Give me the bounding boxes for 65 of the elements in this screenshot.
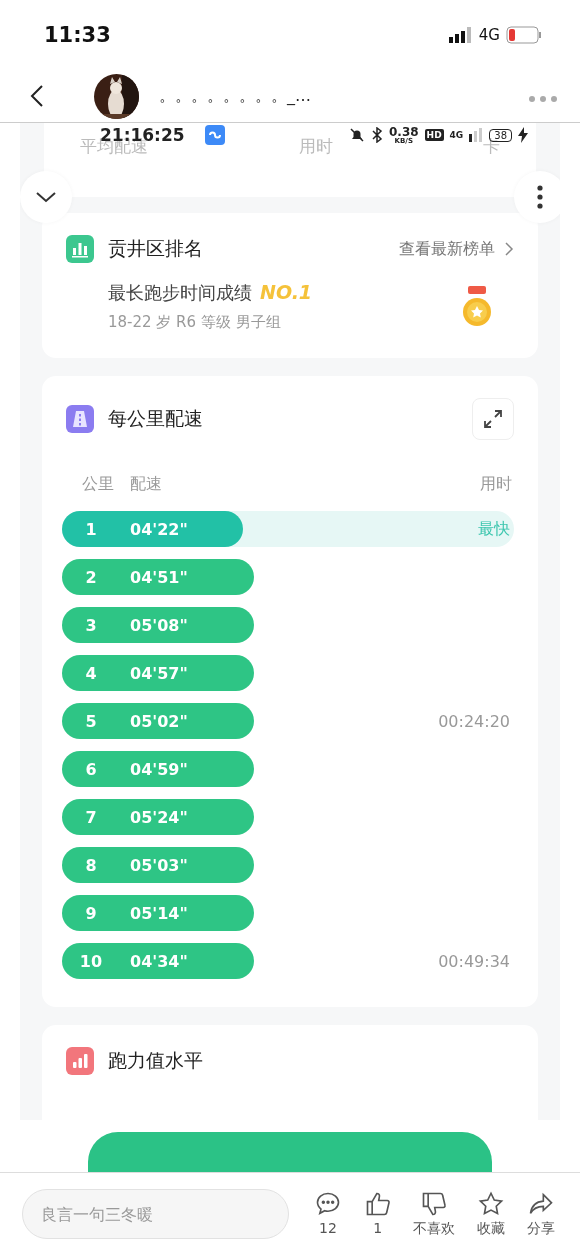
signal-icon — [469, 128, 484, 142]
pace-value: 05'03" — [130, 855, 188, 875]
dislike-button[interactable]: 不喜欢 — [413, 1190, 456, 1238]
km-number: 1 — [84, 519, 98, 539]
expand-icon — [482, 408, 504, 430]
chevron-down-icon — [35, 191, 57, 203]
rank-label: NO.1 — [260, 281, 313, 303]
back-icon — [30, 84, 44, 108]
pace-value: 04'57" — [130, 663, 188, 683]
pace-value: 04'59" — [130, 759, 188, 779]
comment-button[interactable]: 12 — [313, 1190, 342, 1238]
column-header: 配速 — [130, 474, 162, 495]
pace-value: 05'24" — [130, 807, 188, 827]
km-number: 10 — [78, 951, 104, 971]
network-label: 4G — [478, 26, 500, 44]
summary-label: 用时 — [298, 135, 333, 158]
bluetooth-icon — [371, 127, 383, 143]
post-title: 。。。。。。。。_… — [159, 85, 312, 107]
charging-icon — [518, 127, 528, 143]
column-header: 用时 — [480, 474, 512, 495]
leaderboard-link[interactable]: 查看最新榜单 — [399, 238, 514, 260]
speed-value: 0.38 — [389, 125, 419, 138]
battery-level: 38 — [489, 128, 512, 142]
achievement-text: 最长跑步时间成绩 — [108, 282, 252, 303]
medal-icon — [462, 285, 492, 328]
km-number: 6 — [84, 759, 98, 779]
fastest-label: 最快 — [478, 518, 510, 540]
bar-chart-icon — [66, 1047, 94, 1075]
battery-icon — [506, 26, 542, 44]
group-text: 18-22 岁 R6 等级 男子组 — [108, 313, 282, 332]
more-icon — [528, 95, 558, 103]
km-number: 4 — [84, 663, 98, 683]
favorite-button[interactable]: 收藏 — [477, 1190, 506, 1238]
card-title: 贡井区排名 — [108, 236, 203, 261]
bell-off-icon — [349, 127, 365, 143]
split-time: 00:49:34 — [438, 951, 510, 971]
like-button[interactable]: 1 — [363, 1190, 392, 1238]
km-number: 3 — [84, 615, 98, 635]
thumbs-down-icon — [420, 1190, 449, 1218]
road-icon — [66, 405, 94, 433]
km-number: 8 — [84, 855, 98, 875]
more-vertical-icon — [537, 185, 543, 209]
pace-value: 04'34" — [130, 951, 188, 971]
status-time: 11:33 — [44, 23, 111, 47]
km-number: 7 — [84, 807, 98, 827]
chart-icon — [66, 235, 94, 263]
inner-network-label: 4G — [449, 130, 464, 140]
km-number: 9 — [84, 903, 98, 923]
pace-value: 05'08" — [130, 615, 188, 635]
card-title: 每公里配速 — [108, 406, 203, 431]
signal-icon — [448, 27, 473, 43]
comment-field[interactable]: 良言一句三冬暖 — [22, 1189, 289, 1239]
share-button[interactable]: 分享 — [527, 1190, 556, 1238]
star-icon — [477, 1190, 506, 1218]
split-time: 00:24:20 — [438, 711, 510, 731]
card-title: 跑力值水平 — [108, 1048, 203, 1073]
pace-value: 04'22" — [130, 519, 188, 539]
expand-button[interactable] — [472, 398, 514, 440]
km-number: 2 — [84, 567, 98, 587]
pace-value: 05'02" — [130, 711, 188, 731]
pace-value: 04'51" — [130, 567, 188, 587]
chevron-right-icon — [505, 242, 514, 256]
column-header: 公里 — [82, 474, 114, 495]
km-number: 5 — [84, 711, 98, 731]
pace-value: 05'14" — [130, 903, 188, 923]
